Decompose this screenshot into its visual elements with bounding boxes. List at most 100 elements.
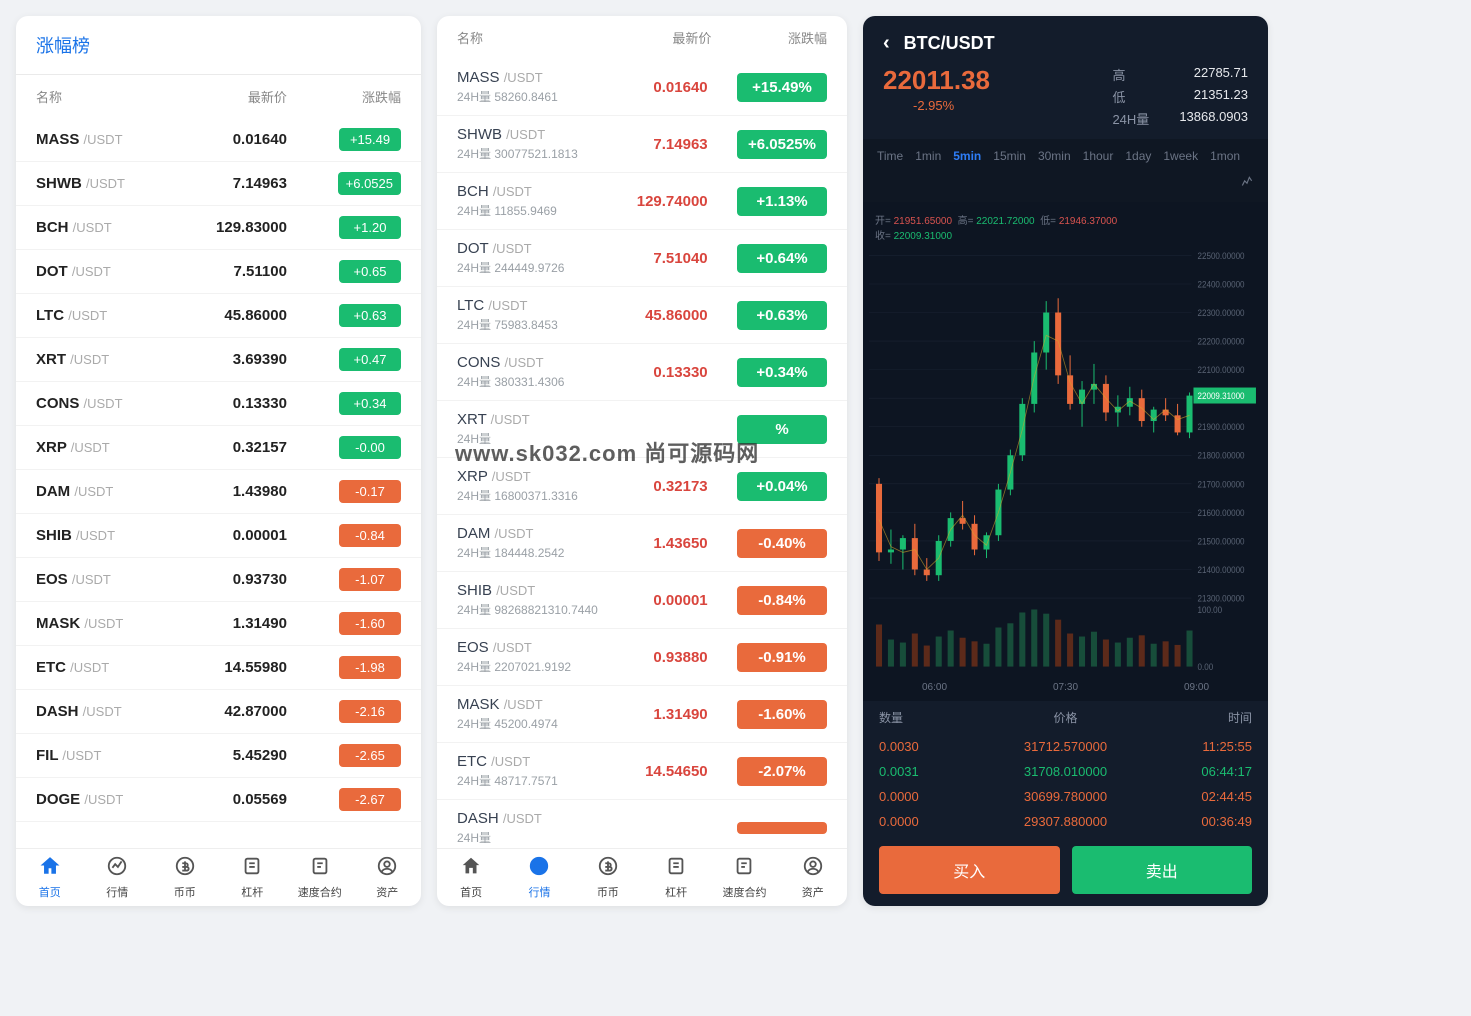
coin-icon [174, 855, 196, 882]
market-row[interactable]: SHIB /USDT 0.00001 -0.84 [16, 514, 421, 558]
market-row[interactable]: DOGE /USDT 0.05569 -2.67 [16, 778, 421, 822]
nav-home[interactable]: 首页 [16, 855, 84, 900]
svg-text:21600.00000: 21600.00000 [1198, 507, 1245, 518]
symbol: DASH /USDT [36, 703, 173, 720]
market-row[interactable]: LTC /USDT 45.86000 +0.63 [16, 294, 421, 338]
volume-24h: 24H量 58260.8461 [457, 88, 612, 105]
svg-text:21400.00000: 21400.00000 [1198, 564, 1245, 575]
symbol: SHWB /USDT [36, 175, 173, 192]
nav-trend[interactable]: 行情 [84, 855, 152, 900]
market-row[interactable]: DAM /USDT 1.43980 -0.17 [16, 470, 421, 514]
market-row[interactable]: BCH /USDT 129.83000 +1.20 [16, 206, 421, 250]
volume-24h: 24H量 16800371.3316 [457, 487, 612, 504]
nav-user[interactable]: 资产 [779, 855, 847, 900]
nav-user[interactable]: 资产 [354, 855, 422, 900]
trade-price: 29307.880000 [1003, 814, 1127, 829]
change-badge: -2.67 [287, 788, 401, 811]
trade-price: 31708.010000 [1003, 764, 1127, 779]
change-badge: +15.49% [708, 73, 827, 102]
timeframe-Time[interactable]: Time [877, 149, 903, 163]
timeframe-5min[interactable]: 5min [953, 149, 981, 163]
market-row[interactable]: SHWB /USDT 7.14963 +6.0525 [16, 162, 421, 206]
chart-area[interactable]: 开= 21951.65000 高= 22021.72000 低= 21946.3… [863, 202, 1268, 701]
nav-contract[interactable]: 速度合约 [286, 855, 354, 900]
nav-lever[interactable]: 杠杆 [219, 855, 287, 900]
market-row[interactable]: DASH /USDT 42.87000 -2.16 [16, 690, 421, 734]
back-icon[interactable]: ‹ [883, 32, 890, 55]
symbol: EOS /USDT [36, 571, 173, 588]
market-row[interactable]: DAM /USDT 24H量 184448.2542 1.43650 -0.40… [437, 515, 847, 572]
high-value: 22021.72000 [976, 216, 1034, 227]
market-list[interactable]: MASS /USDT 0.01640 +15.49 SHWB /USDT 7.1… [16, 118, 421, 848]
market-row[interactable]: MASS /USDT 0.01640 +15.49 [16, 118, 421, 162]
market-row[interactable]: XRP /USDT 24H量 16800371.3316 0.32173 +0.… [437, 458, 847, 515]
change-badge: +6.0525% [708, 130, 827, 159]
nav-contract[interactable]: 速度合约 [710, 855, 778, 900]
timeframe-30min[interactable]: 30min [1038, 149, 1071, 163]
timeframe-15min[interactable]: 15min [993, 149, 1026, 163]
volume-24h: 24H量 98268821310.7440 [457, 601, 612, 618]
candlestick-chart[interactable]: 22500.0000022400.0000022300.0000022200.0… [869, 244, 1262, 678]
market-row[interactable]: EOS /USDT 24H量 2207021.9192 0.93880 -0.9… [437, 629, 847, 686]
svg-text:22100.00000: 22100.00000 [1198, 365, 1245, 376]
market-row[interactable]: XRT /USDT 24H量 % [437, 401, 847, 458]
chart-settings-icon[interactable] [1240, 175, 1254, 192]
x-tick: 09:00 [1184, 682, 1209, 693]
price: 3.69390 [173, 351, 287, 368]
symbol: FIL /USDT [36, 747, 173, 764]
lever-icon [665, 855, 687, 882]
market-row[interactable]: SHWB /USDT 24H量 30077521.1813 7.14963 +6… [437, 116, 847, 173]
market-row[interactable]: MASK /USDT 24H量 45200.4974 1.31490 -1.60… [437, 686, 847, 743]
timeframe-1day[interactable]: 1day [1125, 149, 1151, 163]
price: 0.32173 [612, 478, 707, 495]
market-list[interactable]: MASS /USDT 24H量 58260.8461 0.01640 +15.4… [437, 59, 847, 848]
timeframe-1hour[interactable]: 1hour [1083, 149, 1114, 163]
price: 1.31490 [173, 615, 287, 632]
market-row[interactable]: CONS /USDT 24H量 380331.4306 0.13330 +0.3… [437, 344, 847, 401]
market-row[interactable]: ETC /USDT 24H量 48717.7571 14.54650 -2.07… [437, 743, 847, 800]
market-row[interactable]: DOT /USDT 24H量 244449.9726 7.51040 +0.64… [437, 230, 847, 287]
trade-price: 30699.780000 [1003, 789, 1127, 804]
trade-qty: 0.0000 [879, 814, 1003, 829]
market-row[interactable]: FIL /USDT 5.45290 -2.65 [16, 734, 421, 778]
buy-button[interactable]: 买入 [879, 846, 1060, 894]
change-badge: +0.63 [287, 304, 401, 327]
market-row[interactable]: MASS /USDT 24H量 58260.8461 0.01640 +15.4… [437, 59, 847, 116]
sell-button[interactable]: 卖出 [1072, 846, 1253, 894]
nav-label: 币币 [597, 884, 619, 900]
time-axis: 06:0007:3009:00 [869, 678, 1262, 701]
low-label: 低 [1112, 87, 1125, 106]
trading-pair: BTC/USDT [904, 33, 995, 54]
nav-trend[interactable]: 行情 [505, 855, 573, 900]
price: 129.74000 [612, 193, 707, 210]
timeframe-1week[interactable]: 1week [1163, 149, 1198, 163]
nav-lever[interactable]: 杠杆 [642, 855, 710, 900]
market-row[interactable]: DOT /USDT 7.51100 +0.65 [16, 250, 421, 294]
nav-coin[interactable]: 币币 [574, 855, 642, 900]
symbol: LTC /USDT [36, 307, 173, 324]
trade-time: 06:44:17 [1128, 764, 1252, 779]
market-row[interactable]: EOS /USDT 0.93730 -1.07 [16, 558, 421, 602]
volume-24h: 24H量 184448.2542 [457, 544, 612, 561]
market-row[interactable]: CONS /USDT 0.13330 +0.34 [16, 382, 421, 426]
change-badge: -0.84% [708, 586, 827, 615]
market-row[interactable]: MASK /USDT 1.31490 -1.60 [16, 602, 421, 646]
market-row[interactable]: BCH /USDT 24H量 11855.9469 129.74000 +1.1… [437, 173, 847, 230]
market-row[interactable]: ETC /USDT 14.55980 -1.98 [16, 646, 421, 690]
low-value: 21946.37000 [1059, 216, 1117, 227]
symbol: CONS /USDT [457, 354, 612, 371]
price: 0.93730 [173, 571, 287, 588]
timeframe-1mon[interactable]: 1mon [1210, 149, 1240, 163]
nav-home[interactable]: 首页 [437, 855, 505, 900]
nav-label: 币币 [174, 884, 196, 900]
nav-label: 首页 [460, 884, 482, 900]
symbol: DASH /USDT [457, 810, 612, 827]
market-row[interactable]: SHIB /USDT 24H量 98268821310.7440 0.00001… [437, 572, 847, 629]
market-row[interactable]: XRP /USDT 0.32157 -0.00 [16, 426, 421, 470]
change-badge: -2.65 [287, 744, 401, 767]
timeframe-1min[interactable]: 1min [915, 149, 941, 163]
nav-coin[interactable]: 币币 [151, 855, 219, 900]
market-row[interactable]: LTC /USDT 24H量 75983.8453 45.86000 +0.63… [437, 287, 847, 344]
market-row[interactable]: XRT /USDT 3.69390 +0.47 [16, 338, 421, 382]
market-row[interactable]: DASH /USDT 24H量 [437, 800, 847, 848]
